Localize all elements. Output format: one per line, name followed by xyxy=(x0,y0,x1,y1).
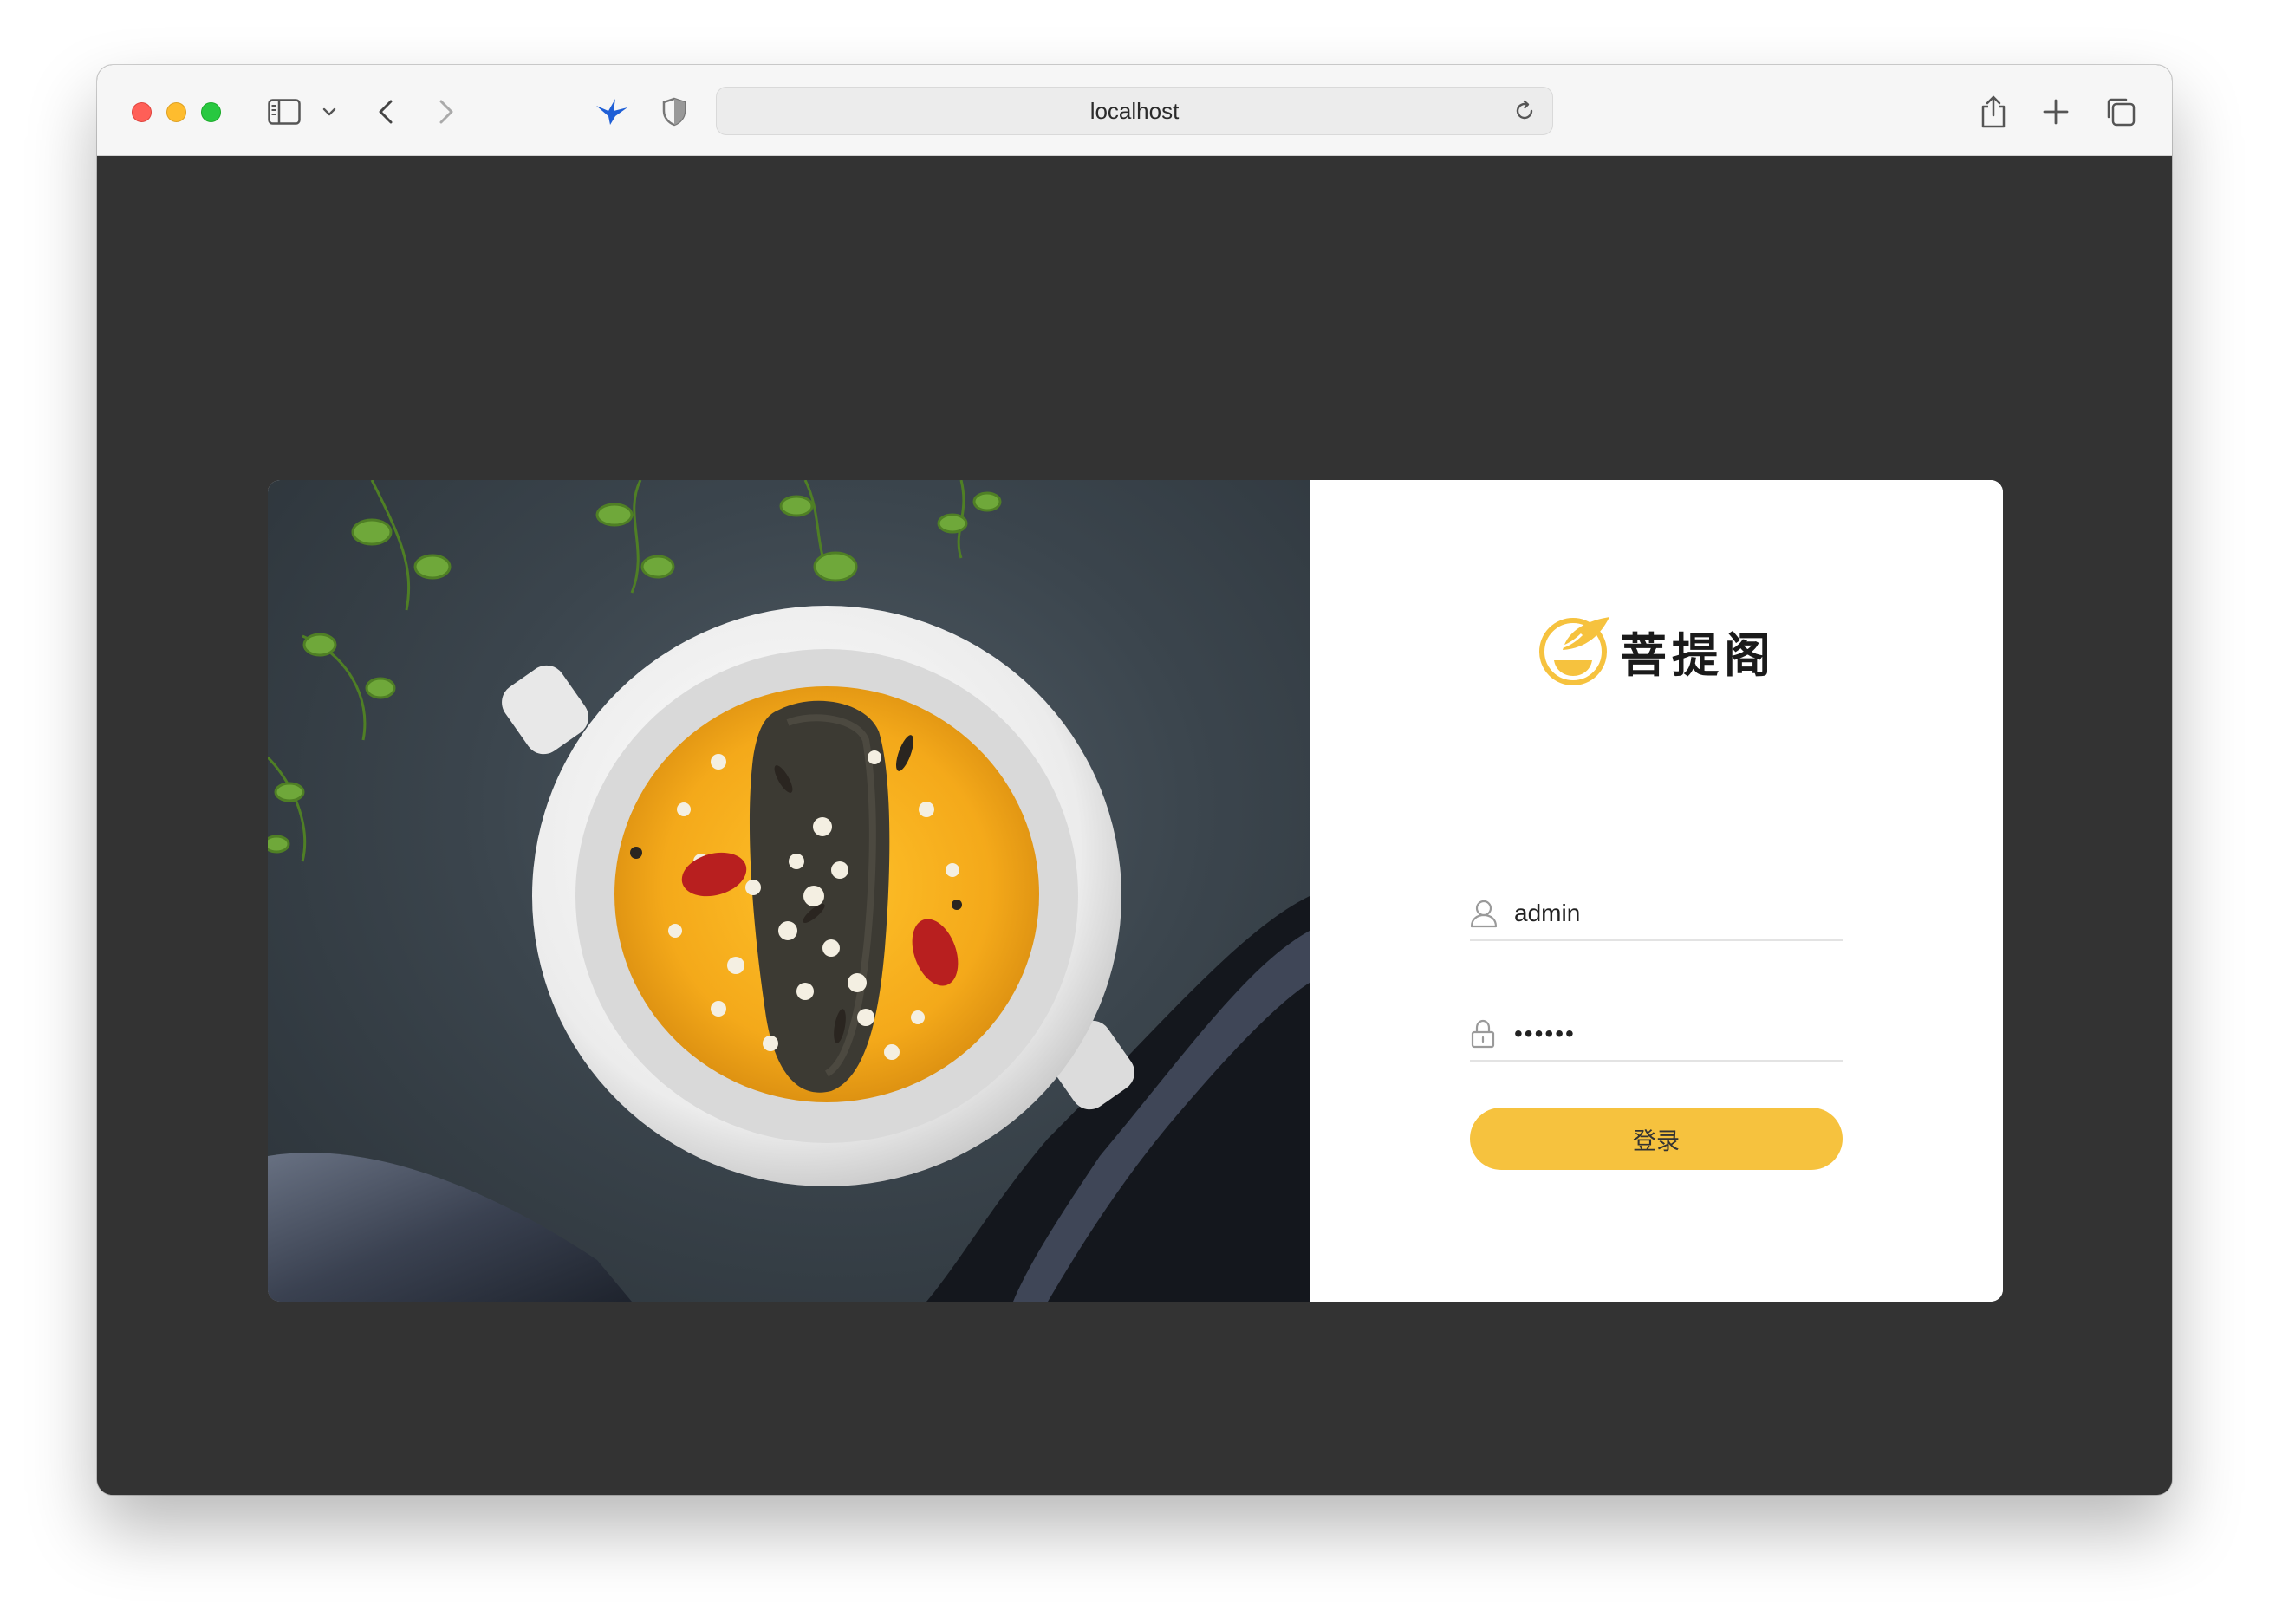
shield-icon[interactable] xyxy=(659,93,690,131)
page-viewport: 菩提阁 admin •••••• 登录 xyxy=(97,157,2172,1495)
sidebar-icon[interactable] xyxy=(265,93,303,131)
address-bar[interactable]: localhost xyxy=(716,87,1553,135)
bird-extension-icon[interactable] xyxy=(593,93,631,131)
address-text: localhost xyxy=(1089,97,1180,124)
share-icon[interactable] xyxy=(1976,93,2011,131)
browser-toolbar: localhost xyxy=(97,65,2172,156)
brand-name: 菩提阁 xyxy=(1620,627,1776,683)
login-form: 菩提阁 admin •••••• 登录 xyxy=(1310,480,2003,1302)
brand: 菩提阁 xyxy=(1310,612,2003,690)
zoom-window-button[interactable] xyxy=(201,102,221,122)
user-icon xyxy=(1470,896,1501,931)
chevron-right-icon[interactable] xyxy=(433,93,459,131)
reload-icon[interactable] xyxy=(1512,99,1537,127)
username-field[interactable] xyxy=(1470,887,1843,941)
login-card: 菩提阁 admin •••••• 登录 xyxy=(268,480,2003,1302)
food-photo xyxy=(268,480,1310,1302)
lock-icon xyxy=(1470,1017,1501,1051)
minimize-window-button[interactable] xyxy=(166,102,186,122)
login-button[interactable]: 登录 xyxy=(1470,1108,1843,1170)
username-input[interactable] xyxy=(1501,900,1830,927)
chevron-left-icon[interactable] xyxy=(373,93,399,131)
password-field[interactable] xyxy=(1470,1008,1843,1062)
password-input[interactable] xyxy=(1501,1020,1830,1048)
plus-icon[interactable] xyxy=(2038,93,2073,131)
tabs-overview-icon[interactable] xyxy=(2103,93,2139,131)
chevron-down-icon[interactable] xyxy=(319,93,340,131)
browser-window: localhost 菩提阁 admin •••••• 登录 xyxy=(97,65,2172,1495)
close-window-button[interactable] xyxy=(132,102,152,122)
leaf-bowl-logo xyxy=(1537,612,1611,691)
